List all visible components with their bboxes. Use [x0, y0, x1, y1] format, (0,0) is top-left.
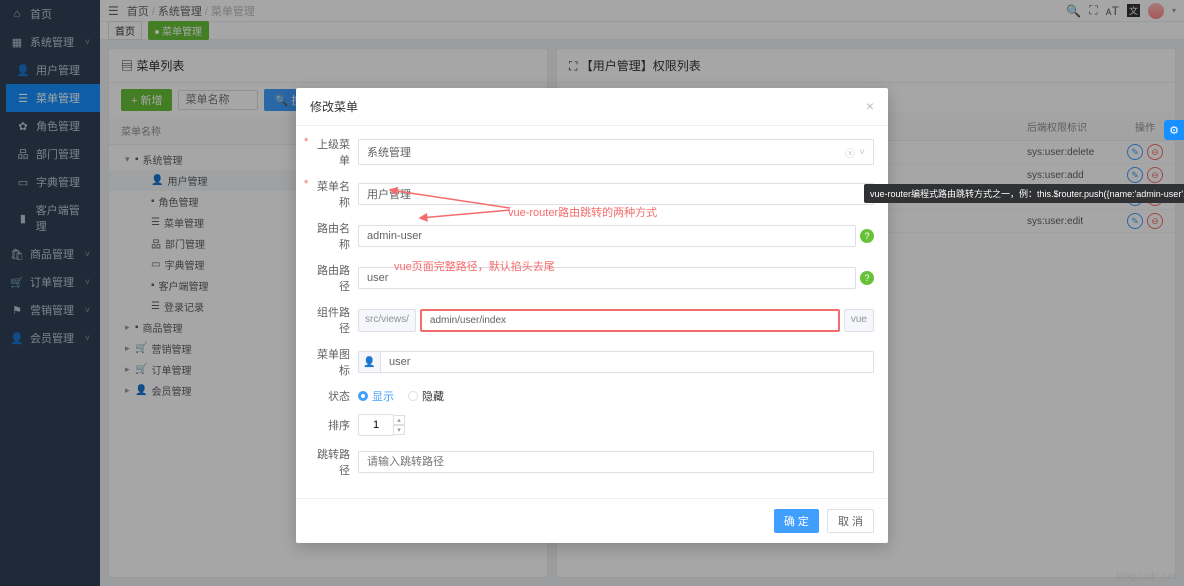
tooltip: vue-router编程式路由跳转方式之一，例：this.$router.pus…: [864, 184, 1184, 203]
spinner-up[interactable]: ▴: [393, 415, 405, 425]
close-icon[interactable]: ×: [866, 98, 874, 115]
edit-menu-modal: 修改菜单× 上级菜单系统管理ⓧ˅ 菜单名称 路由名称? 路由路径? 组件路径sr…: [296, 88, 888, 543]
chevron-down-icon: ˅: [859, 147, 865, 158]
label-route-name: 路由名称: [310, 220, 350, 252]
parent-select[interactable]: 系统管理ⓧ˅: [358, 139, 874, 165]
icon-preview: 👤: [358, 351, 380, 373]
clear-icon[interactable]: ⓧ: [845, 145, 855, 160]
spinner-down[interactable]: ▾: [393, 425, 405, 435]
label-status: 状态: [310, 388, 350, 404]
radio-hide[interactable]: 隐藏: [408, 388, 444, 404]
label-sort: 排序: [310, 417, 350, 433]
sort-input[interactable]: [358, 414, 394, 436]
name-input[interactable]: [358, 183, 874, 205]
comp-path-input[interactable]: [420, 309, 840, 332]
route-path-input[interactable]: [358, 267, 856, 289]
modal-title: 修改菜单: [310, 98, 358, 115]
label-redirect: 跳转路径: [310, 446, 350, 478]
label-icon: 菜单图标: [310, 346, 350, 378]
gear-icon: ⚙: [1169, 124, 1179, 137]
cancel-button[interactable]: 取 消: [827, 509, 874, 533]
path-suffix: vue: [844, 309, 874, 332]
confirm-button[interactable]: 确 定: [774, 509, 819, 533]
info-icon[interactable]: ?: [860, 271, 874, 285]
route-name-input[interactable]: [358, 225, 856, 247]
info-icon[interactable]: ?: [860, 229, 874, 243]
path-prefix: src/views/: [358, 309, 416, 332]
settings-float-button[interactable]: ⚙: [1164, 120, 1184, 140]
label-name: 菜单名称: [310, 178, 350, 210]
icon-input[interactable]: [380, 351, 874, 373]
radio-show[interactable]: 显示: [358, 388, 394, 404]
label-parent: 上级菜单: [310, 136, 350, 168]
label-comp-path: 组件路径: [310, 304, 350, 336]
redirect-input[interactable]: [358, 451, 874, 473]
label-route-path: 路由路径: [310, 262, 350, 294]
